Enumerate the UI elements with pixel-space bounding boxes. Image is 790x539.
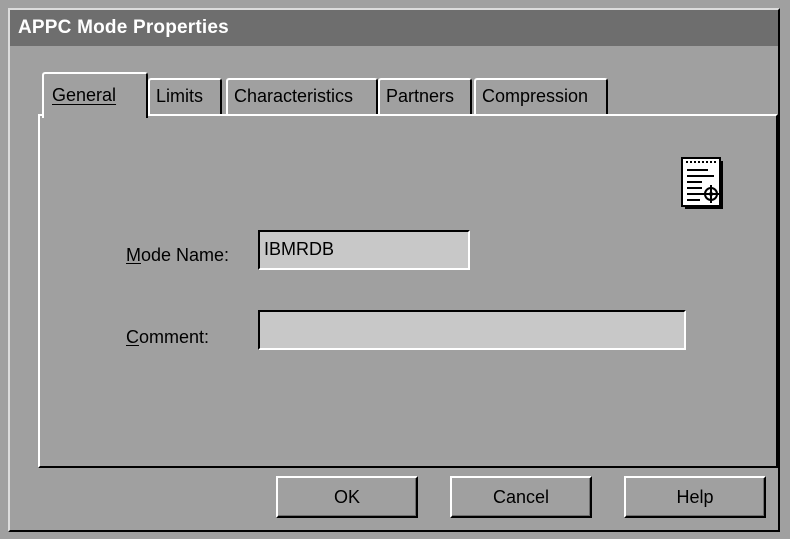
tab-general-label: General <box>52 85 117 105</box>
document-properties-icon <box>680 156 730 212</box>
general-tab-panel: Mode Name: IBMRDB Comment: <box>38 114 778 468</box>
mode-name-label: Mode Name: <box>126 244 229 266</box>
title-bar[interactable]: APPC Mode Properties <box>10 10 778 46</box>
ok-button[interactable]: OK <box>276 476 418 518</box>
mode-name-mnemonic: M <box>126 245 141 265</box>
tab-characteristics-label: Characteristics <box>234 86 354 106</box>
tab-compression[interactable]: Compression <box>474 78 608 114</box>
mode-name-label-text: ode Name: <box>141 245 230 265</box>
tab-partners[interactable]: Partners <box>378 78 472 114</box>
comment-field[interactable] <box>258 310 686 350</box>
tab-limits-label: Limits <box>156 86 204 106</box>
cancel-button[interactable]: Cancel <box>450 476 592 518</box>
properties-dialog: APPC Mode Properties General Limits Char… <box>8 8 780 532</box>
comment-mnemonic: C <box>126 327 139 347</box>
tab-limits[interactable]: Limits <box>148 78 222 114</box>
comment-label-text: omment: <box>139 327 210 347</box>
tab-general[interactable]: General <box>42 72 148 118</box>
mode-name-field[interactable]: IBMRDB <box>258 230 470 270</box>
help-button[interactable]: Help <box>624 476 766 518</box>
tab-partners-label: Partners <box>386 86 455 106</box>
tab-characteristics[interactable]: Characteristics <box>226 78 378 114</box>
tab-compression-label: Compression <box>482 86 589 106</box>
comment-label: Comment: <box>126 326 209 348</box>
